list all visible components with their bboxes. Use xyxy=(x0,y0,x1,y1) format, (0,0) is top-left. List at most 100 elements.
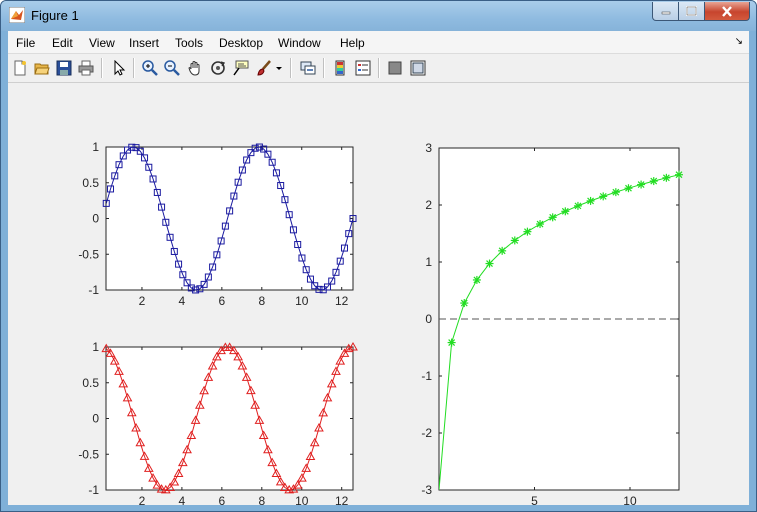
insert-legend-icon xyxy=(355,60,371,76)
data-point xyxy=(561,207,570,216)
menu-view[interactable]: View xyxy=(89,36,115,50)
toolbar-separator xyxy=(101,58,103,78)
menu-help[interactable]: Help xyxy=(340,36,365,50)
client-area: File Edit View Insert Tools Desktop Wind… xyxy=(8,31,749,505)
data-point xyxy=(599,192,608,201)
show-plot-tools-button[interactable] xyxy=(409,59,427,77)
data-point xyxy=(447,338,456,347)
edit-plot-arrow-icon xyxy=(114,60,126,76)
menu-file[interactable]: File xyxy=(16,36,35,50)
pan-hand-icon xyxy=(188,61,200,76)
rotate-3d-icon xyxy=(211,61,226,75)
figure-toolbar xyxy=(8,54,749,83)
save-button[interactable] xyxy=(55,59,73,77)
show-plot-tools-icon xyxy=(410,60,426,76)
menu-tools[interactable]: Tools xyxy=(175,36,203,50)
brush-icon xyxy=(257,60,271,76)
figure-window: Figure 1 File Edit View Insert Tools Des… xyxy=(0,0,757,512)
y-tick-label: 1 xyxy=(92,340,99,354)
open-file-icon xyxy=(34,63,50,75)
close-button[interactable] xyxy=(705,2,750,21)
data-point xyxy=(637,180,646,189)
axes-box xyxy=(105,146,354,291)
menu-edit[interactable]: Edit xyxy=(52,36,73,50)
y-tick-label: 2 xyxy=(425,198,432,212)
toolbar-separator xyxy=(290,58,292,78)
data-point xyxy=(485,259,494,268)
data-point xyxy=(624,184,633,193)
x-tick-label: 10 xyxy=(623,494,637,505)
print-button[interactable] xyxy=(77,59,95,77)
x-tick-label: 6 xyxy=(219,494,226,505)
data-cursor-button[interactable] xyxy=(232,59,250,77)
x-tick-label: 2 xyxy=(139,294,146,308)
close-icon xyxy=(722,5,732,17)
window-title: Figure 1 xyxy=(31,8,79,23)
link-plot-button[interactable] xyxy=(299,59,317,77)
x-tick-label: 4 xyxy=(179,494,186,505)
rotate-3d-button[interactable] xyxy=(209,59,227,77)
x-tick-label: 6 xyxy=(219,294,226,308)
toolbar-separator xyxy=(323,58,325,78)
print-icon xyxy=(78,60,94,76)
y-tick-label: 1 xyxy=(92,140,99,154)
x-tick-label: 4 xyxy=(179,294,186,308)
data-point xyxy=(675,170,683,179)
insert-legend-button[interactable] xyxy=(354,59,372,77)
title-bar[interactable]: Figure 1 xyxy=(1,1,756,31)
menu-window[interactable]: Window xyxy=(278,36,321,50)
zoom-out-button[interactable] xyxy=(163,59,181,77)
x-tick-label: 10 xyxy=(295,494,309,505)
y-tick-label: 0 xyxy=(92,212,99,226)
data-point xyxy=(510,236,519,245)
y-tick-label: 3 xyxy=(425,141,432,155)
dock-arrow-icon[interactable]: ↘ xyxy=(735,36,743,47)
data-point xyxy=(586,196,595,205)
data-point xyxy=(523,227,532,236)
menu-insert[interactable]: Insert xyxy=(129,36,159,50)
x-tick-label: 5 xyxy=(531,494,538,505)
toolbar-separator xyxy=(133,58,135,78)
minimize-button[interactable] xyxy=(652,2,679,21)
y-tick-label: 0 xyxy=(425,312,432,326)
y-tick-label: 0 xyxy=(92,412,99,426)
data-point xyxy=(498,246,507,255)
new-figure-button[interactable] xyxy=(11,59,29,77)
plots-svg: 2 4 6 8 10 12-1-0.500.512 4 6 8 10 12-1-0.500.515 1… xyxy=(78,140,683,505)
hide-plot-tools-button[interactable] xyxy=(386,59,404,77)
open-file-button[interactable] xyxy=(33,59,51,77)
chart-3: 5 10 -3 -2 -1 0 1 2 3 xyxy=(421,141,683,505)
link-plot-icon xyxy=(300,61,316,75)
data-point xyxy=(472,275,481,284)
y-tick-label: -1 xyxy=(421,369,432,383)
data-point xyxy=(649,177,658,186)
zoom-in-button[interactable] xyxy=(141,59,159,77)
insert-colorbar-button[interactable] xyxy=(331,59,349,77)
maximize-icon xyxy=(686,6,697,16)
brush-button[interactable] xyxy=(255,59,273,77)
brush-dropdown-button[interactable] xyxy=(274,59,284,77)
y-tick-label: -3 xyxy=(421,483,432,497)
x-tick-label: 8 xyxy=(258,494,265,505)
zoom-in-icon xyxy=(142,60,158,76)
minimize-icon xyxy=(661,11,670,15)
zoom-out-icon xyxy=(164,60,180,76)
data-point xyxy=(548,213,557,222)
y-tick-label: -0.5 xyxy=(78,247,99,261)
pan-button[interactable] xyxy=(186,59,204,77)
maximize-button[interactable] xyxy=(679,2,705,21)
toolbar-separator xyxy=(378,58,380,78)
edit-plot-button[interactable] xyxy=(110,59,128,77)
x-tick-label: 2 xyxy=(139,494,146,505)
data-point xyxy=(460,299,469,308)
new-figure-icon xyxy=(14,60,26,76)
data-point xyxy=(611,188,620,197)
x-tick-label: 10 xyxy=(295,294,309,308)
x-tick-label: 8 xyxy=(258,294,265,308)
y-tick-label: 1 xyxy=(425,255,432,269)
brush-dropdown-icon xyxy=(276,67,282,70)
y-tick-label: -0.5 xyxy=(78,447,99,461)
matlab-icon xyxy=(9,7,25,23)
menu-desktop[interactable]: Desktop xyxy=(219,36,263,50)
save-icon xyxy=(56,60,72,76)
